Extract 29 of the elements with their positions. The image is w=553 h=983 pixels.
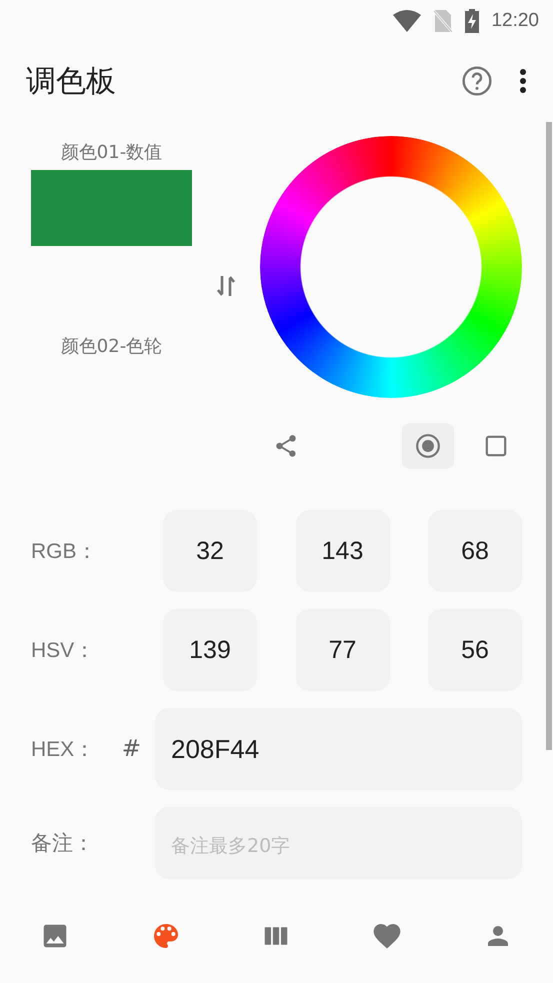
- swap-icon: [217, 274, 235, 298]
- hex-input[interactable]: 208F44: [155, 708, 522, 790]
- status-time: 12:20: [491, 10, 539, 32]
- value-cell[interactable]: 139: [163, 609, 257, 691]
- help-icon: [461, 65, 493, 97]
- row-label: RGB：: [31, 539, 99, 565]
- value-cell[interactable]: 68: [428, 510, 522, 592]
- swap-button[interactable]: [217, 274, 235, 298]
- value-cell[interactable]: 143: [296, 510, 390, 592]
- scrollbar[interactable]: [546, 122, 552, 750]
- value-cell[interactable]: 56: [428, 609, 522, 691]
- shape-toggle[interactable]: [402, 423, 454, 469]
- row-label: HEX：: [31, 737, 96, 763]
- hash-prefix: #: [122, 736, 141, 762]
- no-sim-icon: [433, 9, 454, 33]
- help-button[interactable]: [461, 65, 493, 97]
- color-label: 颜色01-数值: [60, 141, 162, 165]
- value-cell[interactable]: 32: [163, 510, 257, 592]
- row-label: HSV：: [31, 638, 96, 664]
- value-cell[interactable]: 77: [296, 609, 390, 691]
- more-menu-button[interactable]: [519, 68, 527, 94]
- color-label: 颜色02-色轮: [60, 335, 162, 359]
- row-label: 备注：: [31, 831, 95, 857]
- wifi-icon: [393, 10, 422, 32]
- more-icon: [519, 68, 527, 94]
- radio-icon: [415, 433, 441, 459]
- battery-charging-icon: [465, 9, 480, 33]
- square-icon: [485, 435, 507, 457]
- app-title: 调色板: [26, 62, 117, 100]
